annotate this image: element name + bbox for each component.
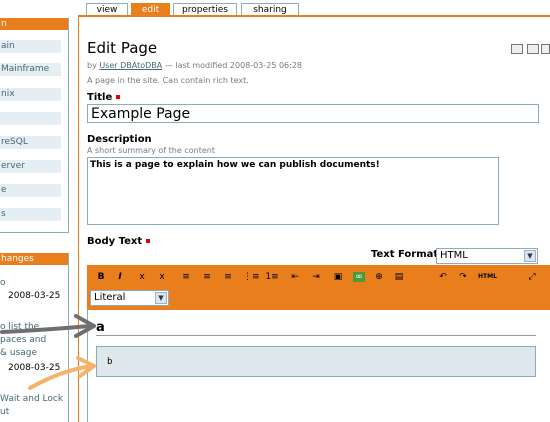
grey-arrow-icon [0, 314, 96, 338]
annotation-arrows [0, 314, 96, 390]
orange-arrow-icon [28, 356, 96, 390]
